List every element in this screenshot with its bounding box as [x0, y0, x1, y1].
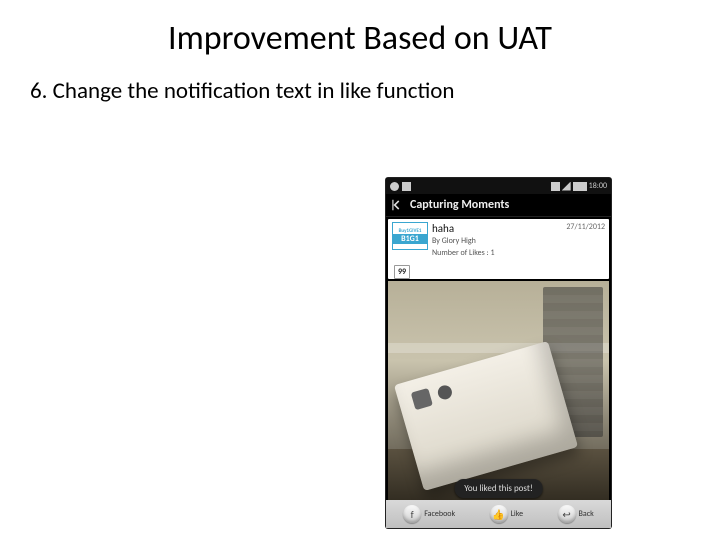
- return-icon: ↩: [558, 505, 576, 523]
- like-label: Like: [511, 509, 524, 519]
- facebook-button[interactable]: f Facebook: [403, 505, 455, 523]
- post-date: 27/11/2012: [566, 222, 605, 232]
- phone-screenshot: 18:00 Capturing Moments Buy1GIVE1 B1G1 h…: [386, 178, 611, 528]
- post-likes-count: Number of Likes : 1: [432, 248, 562, 258]
- app-bar: Capturing Moments: [386, 194, 611, 217]
- back-icon[interactable]: [390, 198, 404, 212]
- post-card: Buy1GIVE1 B1G1 haha By Glory High Number…: [388, 219, 609, 279]
- back-button[interactable]: ↩ Back: [558, 505, 594, 523]
- app-title: Capturing Moments: [410, 198, 509, 212]
- facebook-label: Facebook: [424, 509, 455, 519]
- toast-notification: You liked this post!: [454, 479, 543, 498]
- post-caption: haha: [432, 222, 562, 235]
- thumbs-up-icon: 👍: [490, 505, 508, 523]
- battery-icon: [573, 182, 587, 191]
- slide: Improvement Based on UAT 6. Change the n…: [0, 18, 720, 540]
- post-header: Buy1GIVE1 B1G1 haha By Glory High Number…: [388, 219, 609, 260]
- signal-icon: [562, 182, 571, 191]
- org-logo: Buy1GIVE1 B1G1: [392, 222, 428, 250]
- facebook-icon: f: [403, 505, 421, 523]
- sync-icon: [402, 182, 411, 191]
- logo-bottom-text: B1G1: [393, 234, 427, 244]
- bottom-bar: f Facebook 👍 Like ↩ Back: [386, 500, 611, 528]
- slide-bullet: 6. Change the notification text in like …: [30, 77, 720, 105]
- gps-icon: [390, 182, 399, 191]
- back-label: Back: [579, 509, 594, 519]
- post-byline: By Glory High: [432, 236, 562, 246]
- status-time: 18:00: [589, 181, 607, 191]
- counter-badge: 99: [394, 265, 410, 279]
- like-button[interactable]: 👍 Like: [490, 505, 524, 523]
- slide-title: Improvement Based on UAT: [0, 18, 720, 59]
- status-bar: 18:00: [386, 178, 611, 194]
- wifi-icon: [551, 182, 560, 191]
- post-photo: [388, 281, 609, 509]
